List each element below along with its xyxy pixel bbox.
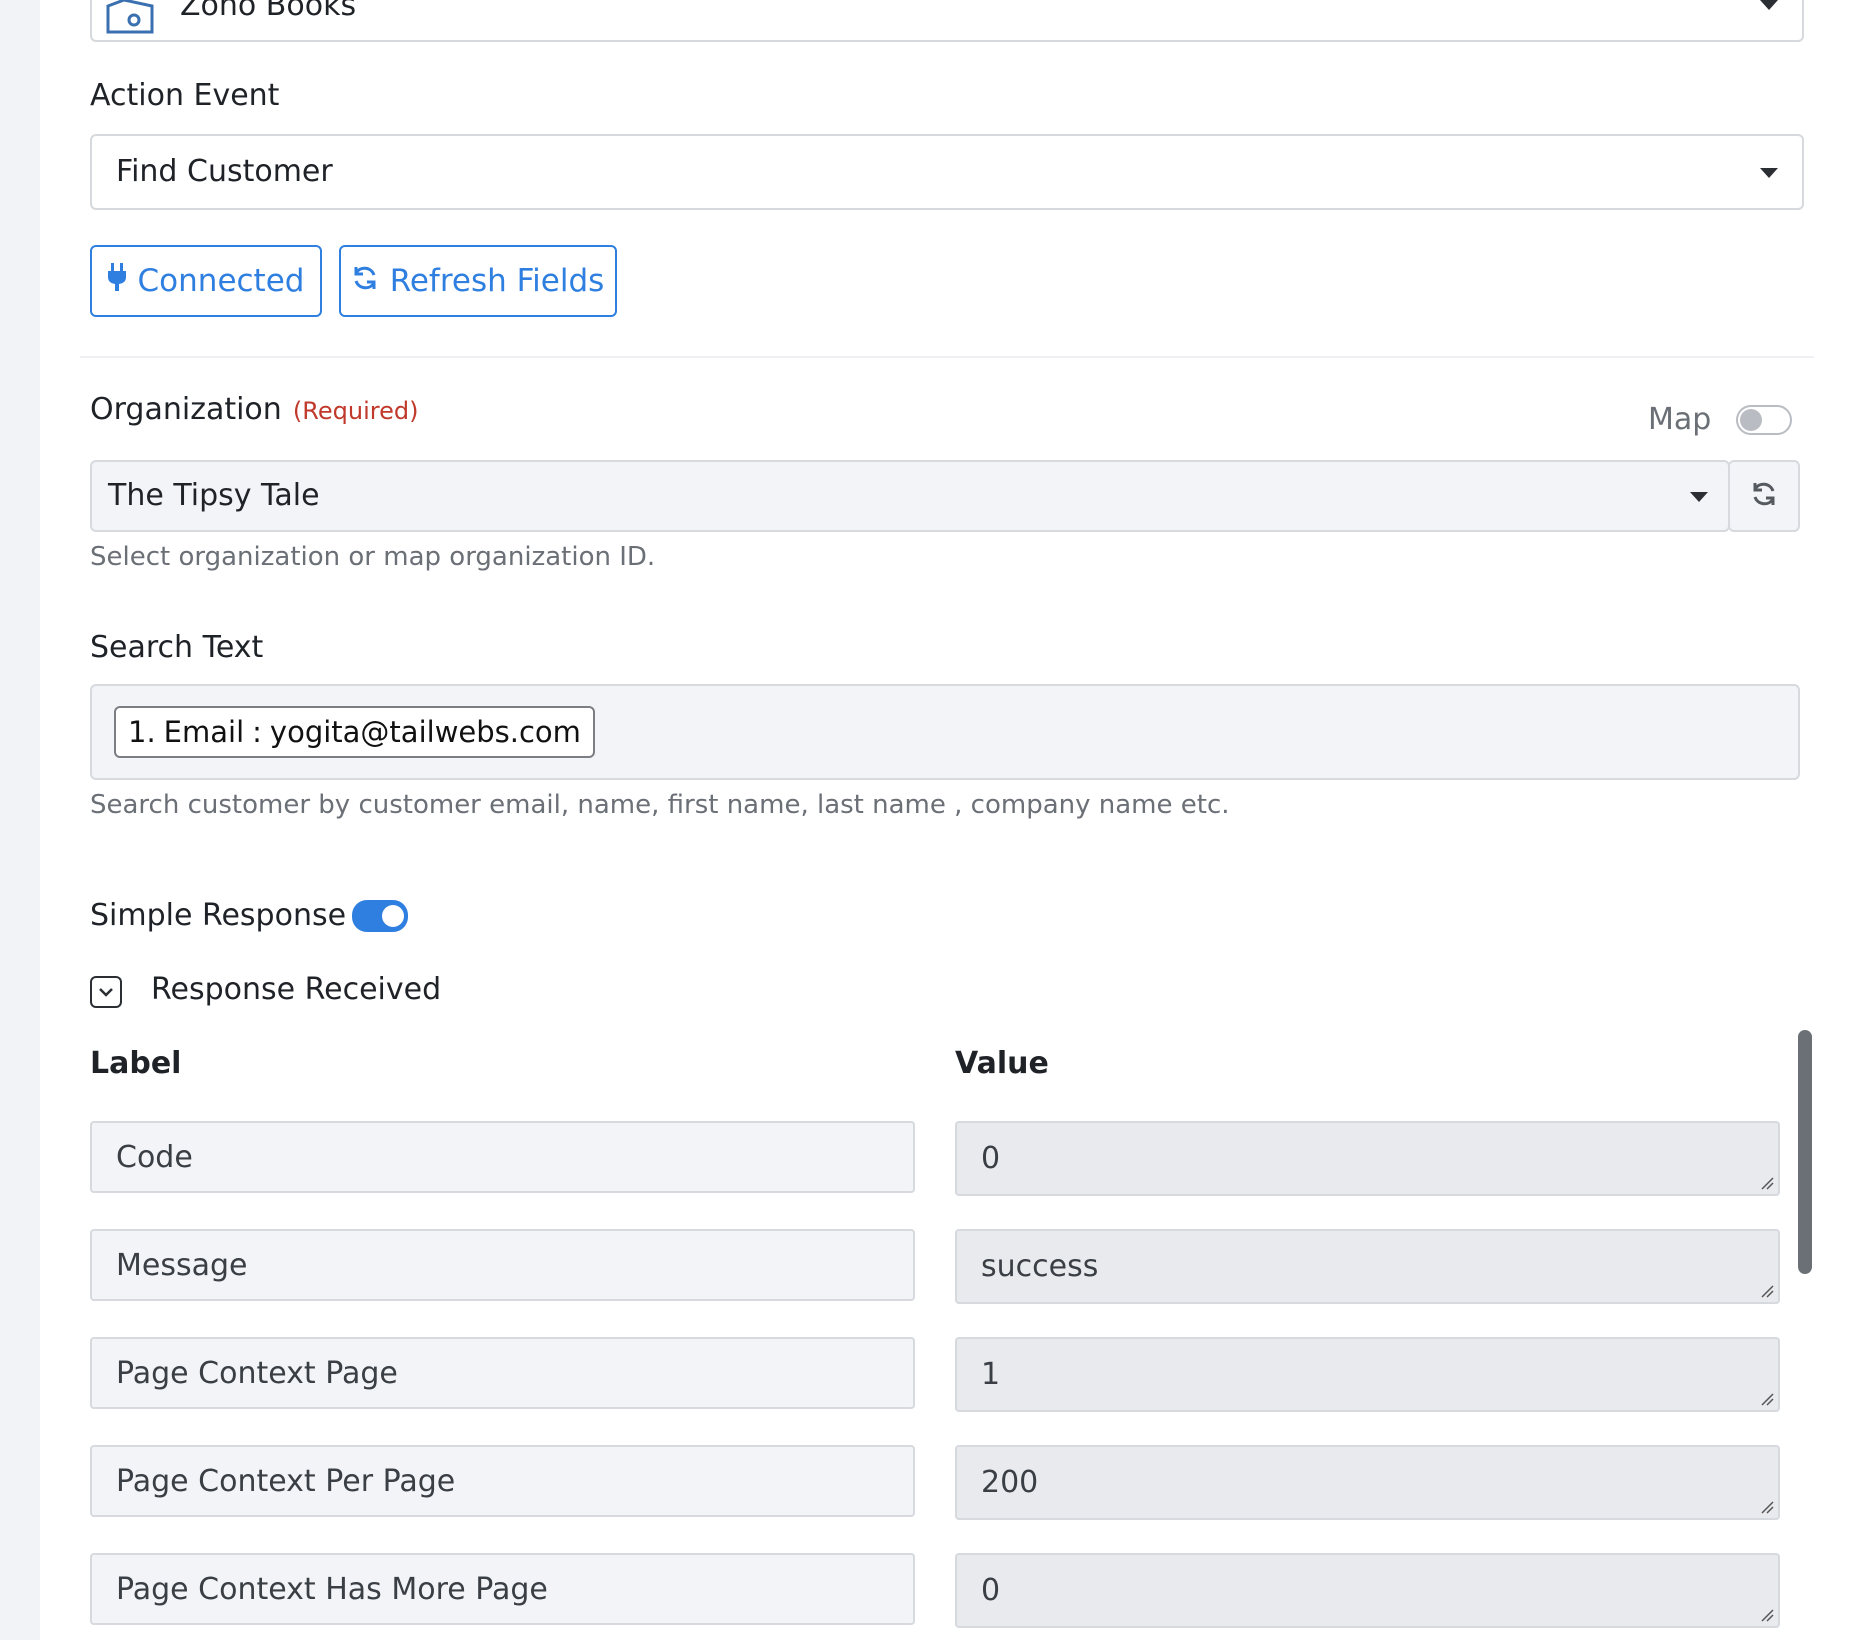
column-header-value: Value — [955, 1046, 1049, 1081]
map-label: Map — [1648, 402, 1712, 437]
response-row-value[interactable]: success — [955, 1229, 1780, 1304]
zoho-books-icon — [104, 0, 158, 40]
chip-field: Email — [163, 715, 245, 749]
response-row-value[interactable]: 0 — [955, 1121, 1780, 1196]
response-row-label: Code — [90, 1121, 915, 1193]
app-select-value: Zoho Books — [180, 0, 357, 23]
search-text-chip[interactable]: 1. Email : yogita@tailwebs.com — [114, 706, 595, 758]
simple-response-label: Simple Response — [90, 898, 347, 933]
response-received-label: Response Received — [151, 972, 442, 1007]
response-row-value-text: 0 — [981, 1573, 1001, 1608]
connected-button-label: Connected — [137, 263, 305, 299]
response-scrollbar[interactable] — [1798, 1030, 1812, 1274]
simple-response-toggle-knob — [382, 905, 404, 927]
refresh-fields-button[interactable]: Refresh Fields — [339, 245, 617, 317]
organization-refresh-button[interactable] — [1728, 460, 1800, 532]
action-event-value: Find Customer — [116, 154, 333, 189]
resize-handle-icon[interactable] — [1760, 1284, 1774, 1298]
action-config-panel: Zoho Books Action Event Find Customer Co… — [40, 0, 1854, 1640]
connected-button[interactable]: Connected — [90, 245, 322, 317]
map-toggle-knob — [1740, 409, 1762, 431]
response-row-value-text: 1 — [981, 1357, 1001, 1392]
search-text-help: Search customer by customer email, name,… — [90, 790, 1230, 820]
refresh-icon — [352, 263, 378, 299]
chip-index: 1. — [128, 715, 156, 749]
resize-handle-icon[interactable] — [1760, 1392, 1774, 1406]
response-row-value[interactable]: 1 — [955, 1337, 1780, 1412]
app-select[interactable]: Zoho Books — [90, 0, 1804, 42]
response-row-label: Page Context Page — [90, 1337, 915, 1409]
response-received-collapse-button[interactable] — [90, 976, 122, 1008]
column-header-label: Label — [90, 1046, 182, 1081]
simple-response-toggle[interactable] — [352, 900, 408, 932]
organization-help: Select organization or map organization … — [90, 542, 656, 572]
response-row-value[interactable]: 0 — [955, 1553, 1780, 1628]
chip-separator: : — [252, 715, 262, 749]
response-row-value-text: 0 — [981, 1141, 1001, 1176]
response-row-value-text: 200 — [981, 1465, 1039, 1500]
action-event-select[interactable]: Find Customer — [90, 134, 1804, 210]
chip-value: yogita@tailwebs.com — [269, 715, 581, 749]
organization-label-row: Organization (Required) — [90, 392, 418, 427]
resize-handle-icon[interactable] — [1760, 1608, 1774, 1622]
chevron-down-icon — [1760, 0, 1778, 10]
response-row-value-text: success — [981, 1249, 1099, 1284]
response-row-label: Message — [90, 1229, 915, 1301]
organization-select-value: The Tipsy Tale — [108, 478, 320, 513]
resize-handle-icon[interactable] — [1760, 1500, 1774, 1514]
chevron-down-icon — [98, 983, 114, 1002]
organization-select[interactable]: The Tipsy Tale — [90, 460, 1730, 532]
search-text-label: Search Text — [90, 630, 264, 665]
organization-label: Organization — [90, 392, 282, 427]
refresh-fields-button-label: Refresh Fields — [389, 263, 605, 299]
map-toggle[interactable] — [1736, 405, 1792, 435]
plug-icon — [107, 263, 126, 299]
response-row-label: Page Context Has More Page — [90, 1553, 915, 1625]
response-row-value[interactable]: 200 — [955, 1445, 1780, 1520]
chevron-down-icon — [1690, 492, 1708, 502]
required-badge: (Required) — [292, 397, 419, 425]
action-event-label: Action Event — [90, 78, 280, 113]
response-row-label: Page Context Per Page — [90, 1445, 915, 1517]
chevron-down-icon — [1760, 168, 1778, 178]
section-divider — [80, 356, 1814, 358]
refresh-icon — [1751, 481, 1777, 511]
resize-handle-icon[interactable] — [1760, 1176, 1774, 1190]
